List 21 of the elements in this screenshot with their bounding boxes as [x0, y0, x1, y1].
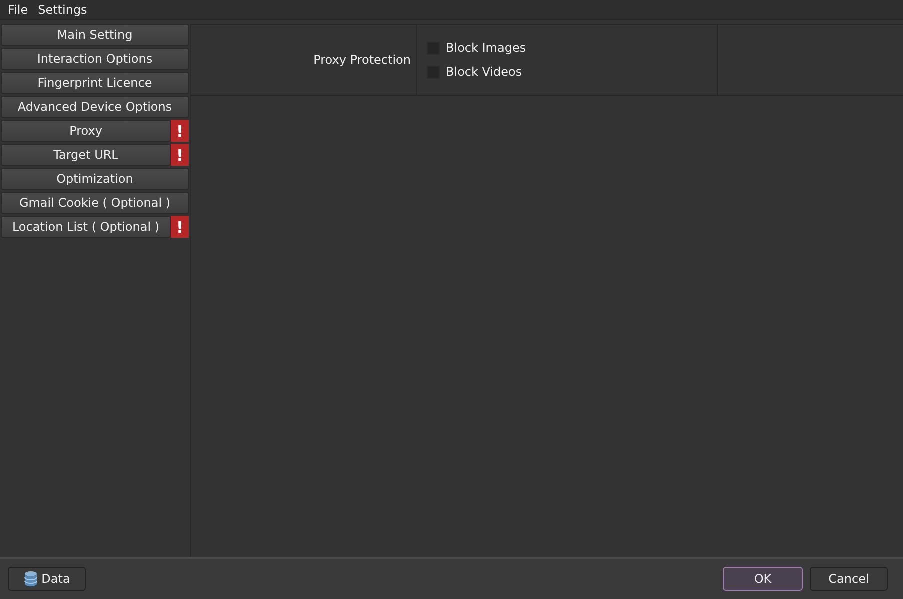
sidebar-item[interactable]: Advanced Device Options	[1, 96, 189, 118]
sidebar-item[interactable]: Target URL	[1, 144, 171, 166]
sidebar-item[interactable]: Proxy	[1, 120, 171, 142]
database-icon	[24, 571, 38, 587]
checkbox-label: Block Images	[446, 41, 526, 55]
sidebar-item[interactable]: Main Setting	[1, 24, 189, 46]
warning-badge: !	[171, 216, 189, 238]
ok-button[interactable]: OK	[723, 567, 803, 591]
sidebar-item[interactable]: Location List ( Optional )	[1, 216, 171, 238]
data-button[interactable]: Data	[8, 567, 86, 591]
sidebar-item[interactable]: Interaction Options	[1, 48, 189, 70]
warning-badge: !	[171, 120, 189, 142]
menu-item[interactable]: Settings	[34, 2, 92, 16]
cancel-button[interactable]: Cancel	[810, 567, 888, 591]
sidebar-item[interactable]: Fingerprint Licence	[1, 72, 189, 94]
setting-label: Proxy Protection	[314, 53, 411, 67]
sidebar-item[interactable]: Gmail Cookie ( Optional )	[1, 192, 189, 214]
sidebar-item[interactable]: Optimization	[1, 168, 189, 190]
menu-item[interactable]: File	[4, 2, 32, 16]
warning-badge: !	[171, 144, 189, 166]
checkbox-label: Block Videos	[446, 65, 522, 79]
